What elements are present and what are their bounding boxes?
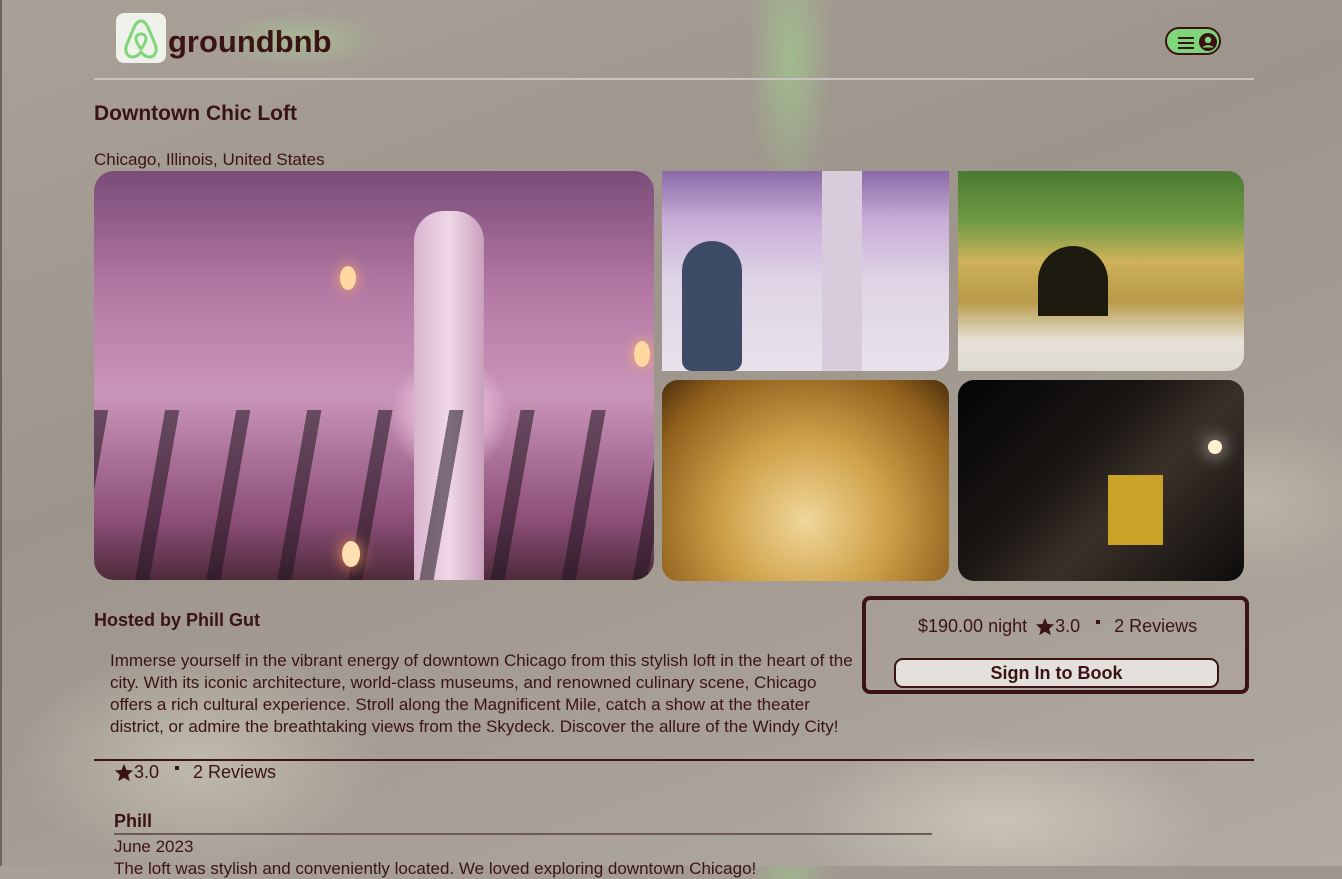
booking-summary: $190.00 night 3.0 2 Reviews	[918, 616, 1197, 637]
gallery-photo[interactable]	[662, 171, 949, 371]
hamburger-icon	[1178, 37, 1194, 49]
user-icon	[1199, 33, 1217, 51]
dot-separator	[1096, 619, 1101, 624]
section-divider	[94, 759, 1254, 761]
booking-card: $190.00 night 3.0 2 Reviews Sign In to B…	[862, 596, 1249, 694]
reviews-count: 2 Reviews	[193, 762, 277, 782]
listing-title: Downtown Chic Loft	[94, 102, 297, 125]
booking-rating: 3.0	[1055, 616, 1081, 636]
brand-name[interactable]: groundbnb	[168, 24, 332, 60]
review-text: The loft was stylish and conveniently lo…	[114, 859, 757, 878]
sign-in-to-book-button[interactable]: Sign In to Book	[894, 658, 1219, 688]
rating-value: 3.0	[134, 762, 160, 782]
listing-location: Chicago, Illinois, United States	[94, 150, 325, 169]
listing-description: Immerse yourself in the vibrant energy o…	[110, 651, 853, 736]
gallery-photo[interactable]	[662, 380, 949, 581]
price-per-night: $190.00 night	[918, 616, 1028, 636]
reviewer-name: Phill	[114, 811, 932, 835]
review-item: Phill June 2023 The loft was stylish and…	[114, 811, 932, 879]
review-date: June 2023	[114, 837, 194, 856]
main-photo[interactable]	[94, 171, 654, 580]
airbnb-logo-icon[interactable]	[116, 13, 166, 63]
star-icon	[114, 763, 134, 782]
user-menu-button[interactable]	[1165, 27, 1221, 55]
window-edge	[0, 0, 2, 866]
gallery-photo[interactable]	[958, 380, 1244, 581]
star-icon	[1036, 617, 1055, 636]
listing-rating: 3.0 2 Reviews	[114, 762, 276, 783]
dot-separator	[175, 765, 180, 770]
site-header: groundbnb	[94, 0, 1254, 80]
gallery-photo[interactable]	[958, 171, 1244, 371]
booking-reviews-count: 2 Reviews	[1114, 616, 1198, 636]
host-name: Hosted by Phill Gut	[94, 610, 261, 630]
